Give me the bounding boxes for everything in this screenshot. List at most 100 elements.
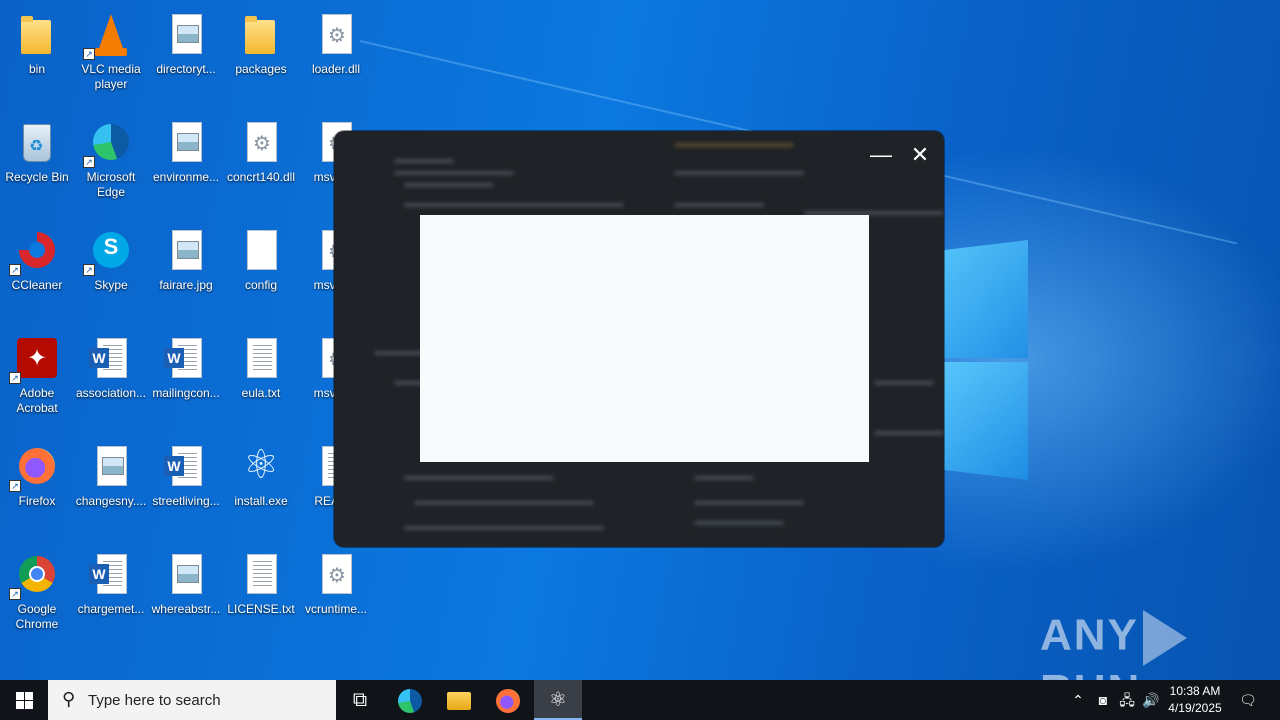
taskbar-edge[interactable] bbox=[386, 680, 434, 720]
desktop-icon-whereabstr[interactable]: whereabstr... bbox=[149, 546, 223, 646]
notification-icon: 🗨 bbox=[1239, 692, 1257, 708]
dll-file-icon bbox=[237, 118, 285, 166]
close-button[interactable]: ✕ bbox=[907, 143, 933, 169]
blank-file-icon bbox=[237, 226, 285, 274]
desktop-icon-label: streetliving... bbox=[152, 494, 220, 508]
folder-icon bbox=[237, 10, 285, 58]
file-explorer-icon bbox=[447, 691, 471, 710]
desktop-icon-streetliving[interactable]: W streetliving... bbox=[149, 438, 223, 538]
edge-icon bbox=[398, 688, 422, 713]
start-button[interactable] bbox=[0, 680, 48, 720]
desktop-icon-label: Firefox bbox=[18, 494, 56, 508]
desktop-icon-label: loader.dll bbox=[311, 62, 361, 76]
atom-icon: ⚛ bbox=[549, 689, 567, 711]
tray-volume[interactable]: 🔊 bbox=[1140, 680, 1162, 720]
desktop-icon-label: whereabstr... bbox=[151, 602, 221, 616]
desktop-icon-skype[interactable]: S ↗ Skype bbox=[74, 222, 148, 322]
desktop-icon-fairare[interactable]: fairare.jpg bbox=[149, 222, 223, 322]
search-icon: ⚲ bbox=[62, 689, 76, 709]
atom-icon: ⚛ bbox=[243, 443, 279, 487]
taskbar-file-explorer[interactable] bbox=[435, 680, 483, 720]
desktop-icon-adobe-acrobat[interactable]: ✦ ↗ Adobe Acrobat bbox=[0, 330, 74, 430]
image-file-icon bbox=[162, 10, 210, 58]
show-hidden-icons-button[interactable]: ⌃ bbox=[1068, 680, 1088, 720]
desktop-icon-association-doc[interactable]: W association... bbox=[74, 330, 148, 430]
desktop-icon-mailingcon[interactable]: W mailingcon... bbox=[149, 330, 223, 430]
skype-icon: S ↗ bbox=[83, 226, 135, 276]
play-logo-icon bbox=[1142, 610, 1187, 666]
desktop-icon-label: mailingcon... bbox=[152, 386, 220, 400]
desktop-icon-config[interactable]: config bbox=[224, 222, 298, 322]
tray-meet-now[interactable]: ◙ bbox=[1092, 680, 1114, 720]
desktop-icon-label: LICENSE.txt bbox=[227, 602, 295, 616]
desktop-icon-label: association... bbox=[75, 386, 147, 400]
word-doc-icon: W bbox=[162, 334, 210, 382]
desktop-icon-packages[interactable]: packages bbox=[224, 6, 298, 106]
desktop-icon-label: fairare.jpg bbox=[159, 278, 213, 292]
tray-network[interactable]: 🖧 bbox=[1116, 680, 1138, 720]
desktop-icon-vcruntime[interactable]: vcruntime... bbox=[299, 546, 373, 646]
text-file-icon bbox=[237, 334, 285, 382]
desktop-icon-vlc[interactable]: ↗ VLC media player bbox=[74, 6, 148, 106]
desktop-icon-label: install.exe bbox=[234, 494, 288, 508]
image-file-icon bbox=[87, 442, 135, 490]
desktop-icon-bin[interactable]: bin bbox=[0, 6, 74, 106]
recycle-bin-icon: ♻ bbox=[13, 118, 61, 166]
desktop-icon-recycle-bin[interactable]: ♻ Recycle Bin bbox=[0, 114, 74, 214]
desktop-icon-ccleaner[interactable]: ↗ CCleaner bbox=[0, 222, 74, 322]
word-doc-icon: W bbox=[87, 550, 135, 598]
watermark-left-text: ANY bbox=[1040, 610, 1139, 660]
desktop-icon-label: Google Chrome bbox=[15, 602, 59, 631]
minimize-button[interactable]: — bbox=[868, 143, 894, 169]
desktop-icon-environme[interactable]: environme... bbox=[149, 114, 223, 214]
clock-time: 10:38 AM bbox=[1169, 684, 1221, 698]
desktop-icon-label: Microsoft Edge bbox=[86, 170, 136, 199]
action-center-button[interactable]: 🗨 bbox=[1234, 680, 1262, 720]
desktop-icon-label: eula.txt bbox=[241, 386, 281, 400]
desktop-icon-loader-dll[interactable]: loader.dll bbox=[299, 6, 373, 106]
folder-icon bbox=[13, 10, 61, 58]
desktop-icon-microsoft-edge[interactable]: ↗ Microsoft Edge bbox=[74, 114, 148, 214]
desktop-icon-concrt140[interactable]: concrt140.dll bbox=[224, 114, 298, 214]
camera-icon: ◙ bbox=[1098, 692, 1108, 708]
desktop-icon-label: config bbox=[244, 278, 278, 292]
taskbar-firefox[interactable] bbox=[484, 680, 532, 720]
desktop-icon-eula[interactable]: eula.txt bbox=[224, 330, 298, 430]
desktop-icon-firefox[interactable]: ↗ Firefox bbox=[0, 438, 74, 538]
desktop-icon-changesny[interactable]: changesny.... bbox=[74, 438, 148, 538]
chrome-icon: ↗ bbox=[9, 550, 61, 600]
word-doc-icon: W bbox=[87, 334, 135, 382]
desktop-icon-google-chrome[interactable]: ↗ Google Chrome bbox=[0, 546, 74, 646]
word-doc-icon: W bbox=[162, 442, 210, 490]
image-file-icon bbox=[162, 226, 210, 274]
desktop-icon-directoryt[interactable]: directoryt... bbox=[149, 6, 223, 106]
image-file-icon bbox=[162, 550, 210, 598]
desktop-icon-label: Recycle Bin bbox=[5, 170, 69, 184]
taskbar-search-box[interactable]: ⚲ Type here to search bbox=[48, 680, 336, 720]
network-icon: 🖧 bbox=[1119, 692, 1135, 708]
clock-date: 4/19/2025 bbox=[1168, 701, 1222, 715]
desktop-icon-label: VLC media player bbox=[81, 62, 141, 91]
desktop-icon-license[interactable]: LICENSE.txt bbox=[224, 546, 298, 646]
search-placeholder: Type here to search bbox=[88, 692, 221, 709]
acrobat-icon: ✦ ↗ bbox=[9, 334, 61, 384]
desktop-icon-label: Skype bbox=[94, 278, 128, 292]
desktop-icon-install-exe[interactable]: ⚛ install.exe bbox=[224, 438, 298, 538]
ccleaner-icon: ↗ bbox=[9, 226, 61, 276]
desktop-icon-label: CCleaner bbox=[11, 278, 63, 292]
firefox-icon: ↗ bbox=[9, 442, 61, 492]
desktop-icon-chargemet[interactable]: W chargemet... bbox=[74, 546, 148, 646]
taskbar: ⚲ Type here to search ⧉ ⚛ ⌃ ◙ 🖧 🔊 10:38 … bbox=[0, 680, 1280, 720]
taskbar-atom-app[interactable]: ⚛ bbox=[534, 680, 582, 720]
windows-wallpaper-logo bbox=[930, 240, 1030, 480]
task-view-button[interactable]: ⧉ bbox=[336, 680, 384, 720]
desktop-icon-label: bin bbox=[28, 62, 45, 76]
speaker-icon: 🔊 bbox=[1142, 692, 1160, 708]
desktop-icon-label: packages bbox=[235, 62, 287, 76]
task-view-icon: ⧉ bbox=[352, 689, 368, 711]
desktop-icon-label: changesny.... bbox=[75, 494, 147, 508]
taskbar-clock[interactable]: 10:38 AM 4/19/2025 bbox=[1160, 683, 1230, 717]
firefox-icon bbox=[496, 688, 520, 713]
desktop-icon-label: environme... bbox=[152, 170, 220, 184]
app-splash-window[interactable]: — ✕ bbox=[334, 131, 944, 547]
